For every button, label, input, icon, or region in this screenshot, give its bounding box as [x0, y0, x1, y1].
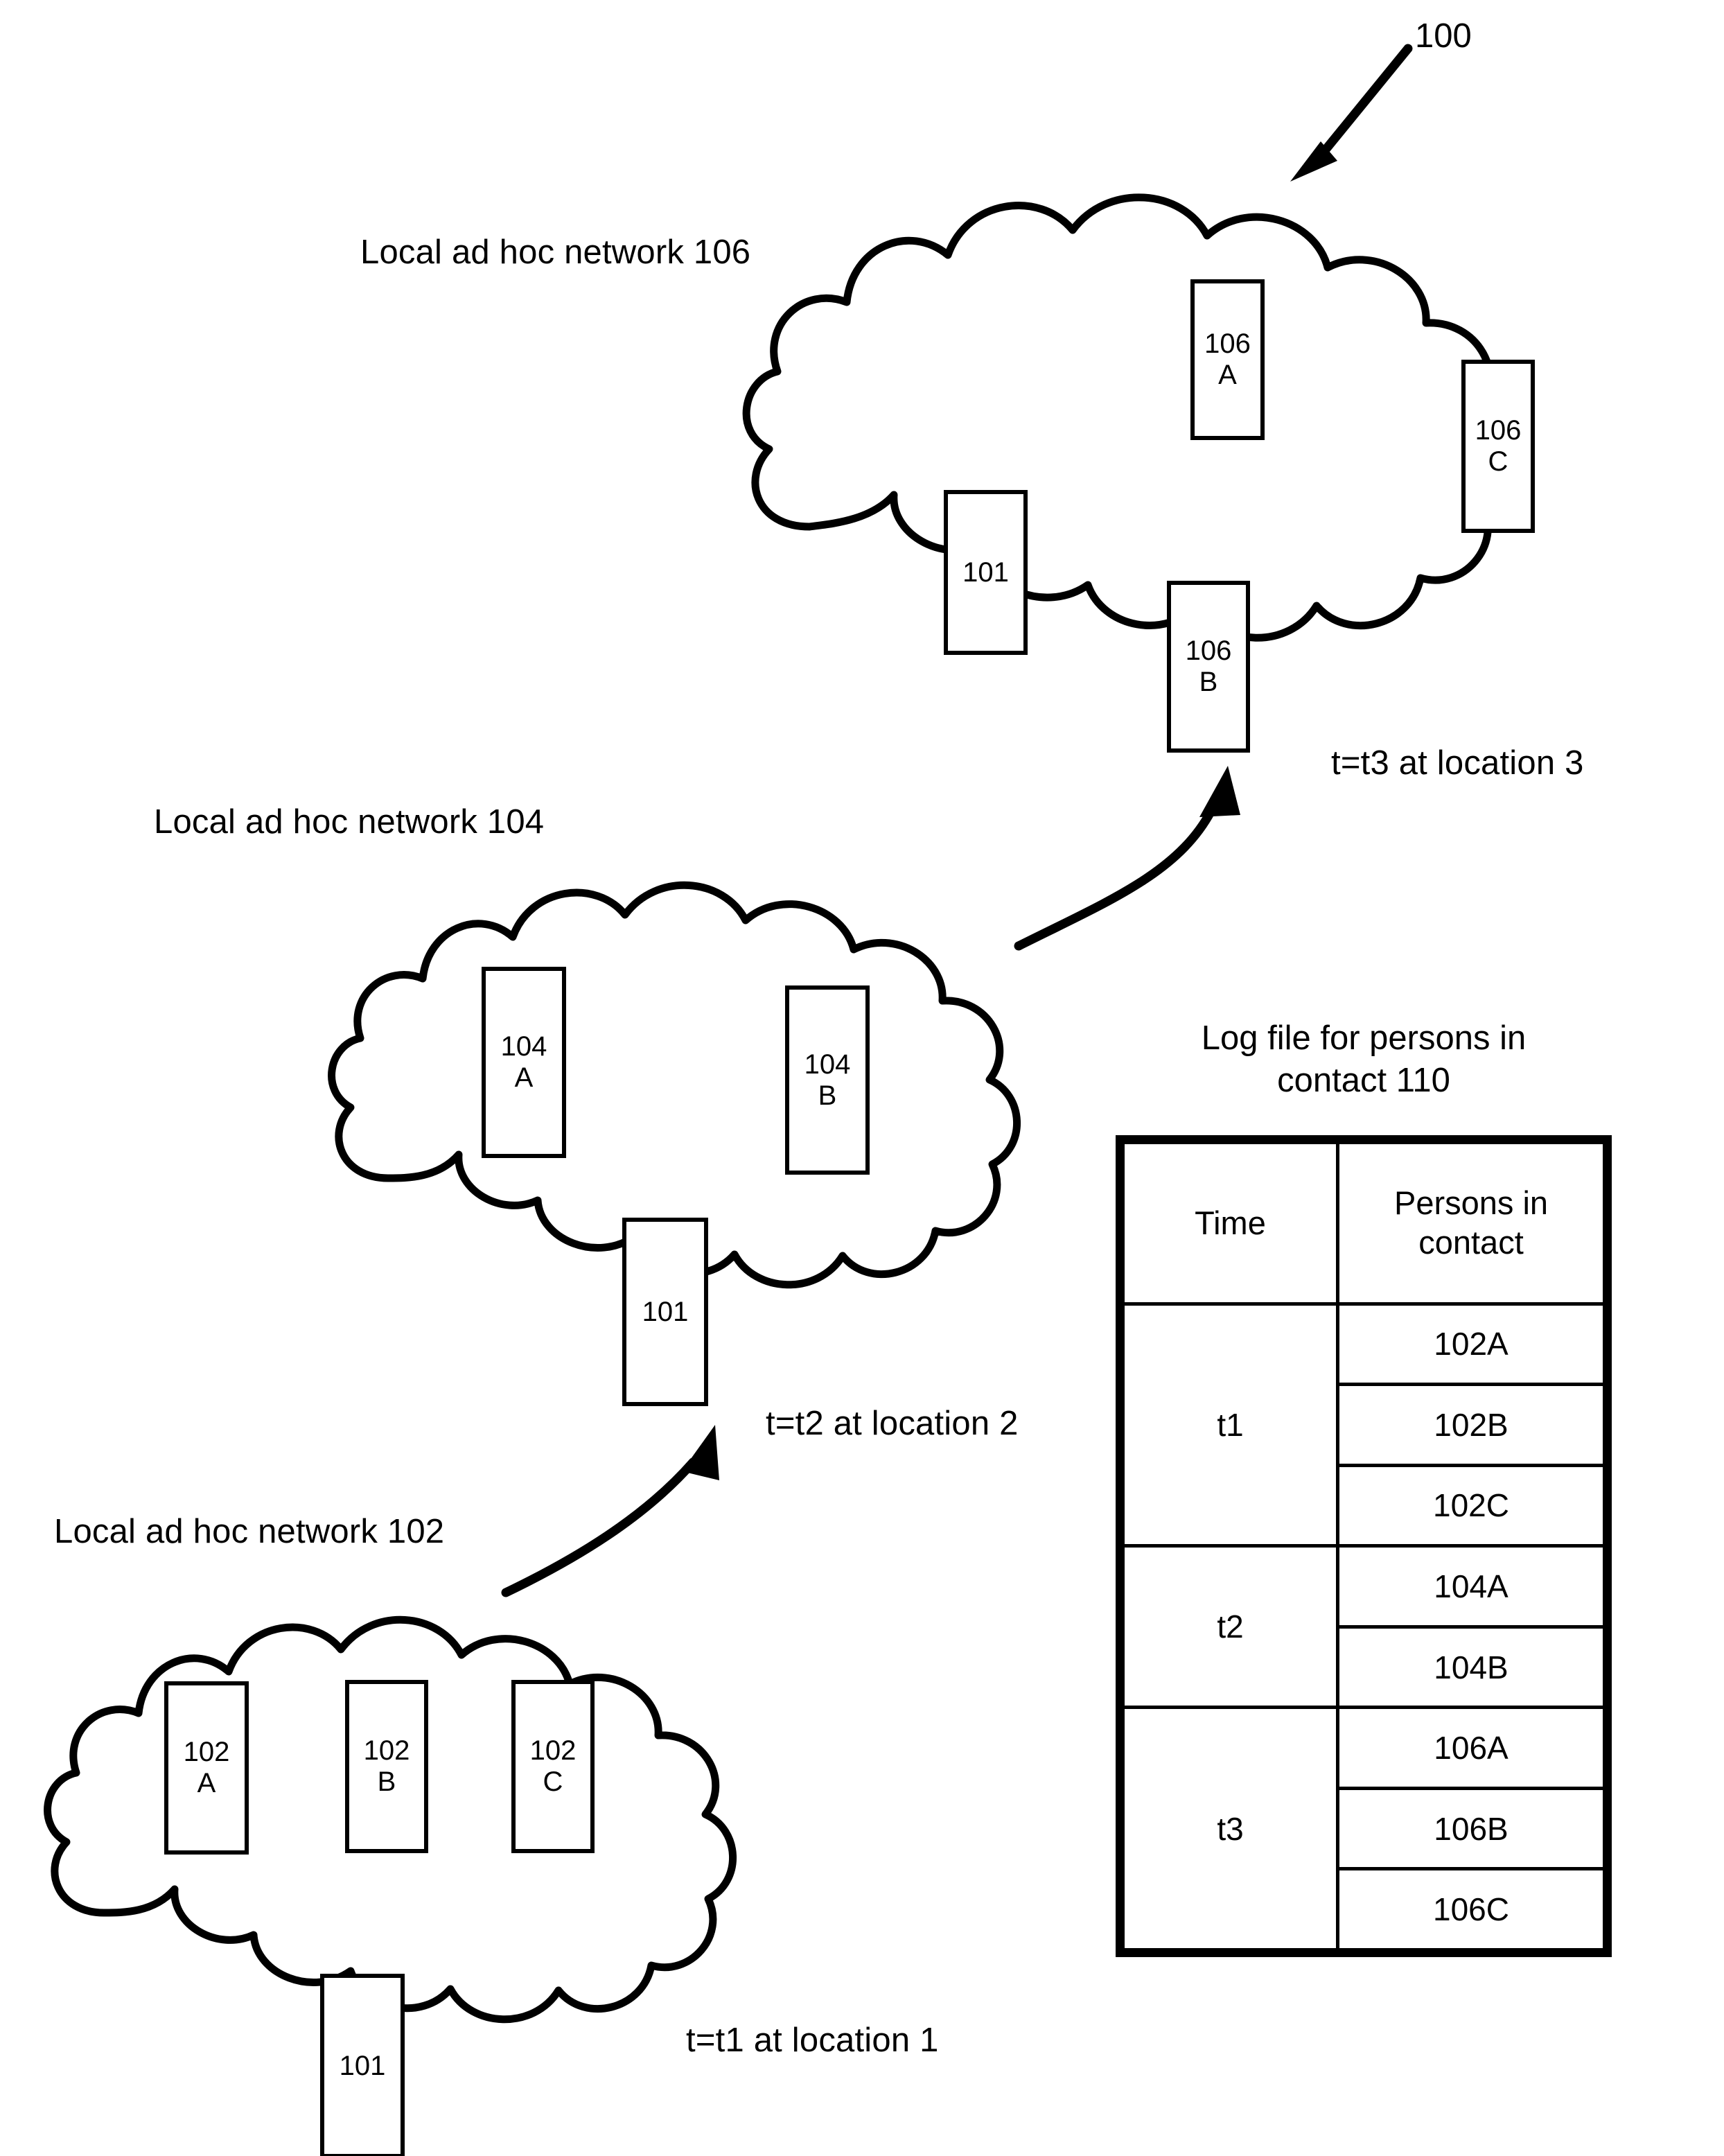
- cell-time-t3: t3: [1121, 1706, 1339, 1952]
- node-box-102a[interactable]: 102 A: [164, 1681, 249, 1855]
- cell-person-106c: 106C: [1336, 1867, 1606, 1952]
- header-persons-line2: contact: [1418, 1223, 1524, 1261]
- node-box-106b-line2: B: [1199, 667, 1218, 697]
- transition-arrow-104-to-106: [1014, 766, 1240, 951]
- header-time: Time: [1121, 1141, 1339, 1306]
- cell-person-104b: 104B: [1336, 1624, 1606, 1710]
- node-box-102c[interactable]: 102 C: [511, 1680, 595, 1853]
- node-box-101-net106[interactable]: 101: [944, 490, 1028, 655]
- network-label-106: Local ad hoc network 106: [360, 234, 751, 271]
- node-box-102b-line1: 102: [363, 1735, 410, 1767]
- cloud-shape-net106: [742, 193, 1513, 642]
- table-row: t2 104A: [1121, 1544, 1606, 1710]
- transition-arrow-102-to-104: [501, 1425, 719, 1597]
- network-label-102: Local ad hoc network 102: [54, 1513, 445, 1550]
- node-box-106c[interactable]: 106 C: [1461, 360, 1535, 533]
- node-box-104b[interactable]: 104 B: [785, 985, 870, 1175]
- table-header-row: Time Persons in contact: [1121, 1141, 1606, 1306]
- node-box-101-net104[interactable]: 101: [622, 1218, 708, 1406]
- node-box-106b-line1: 106: [1185, 636, 1232, 667]
- node-box-106a[interactable]: 106 A: [1190, 279, 1265, 440]
- network-label-104: Local ad hoc network 104: [154, 803, 545, 841]
- network-caption-104: t=t2 at location 2: [766, 1405, 1019, 1442]
- log-table-caption: Log file for persons in contact 110: [1116, 1017, 1612, 1103]
- node-box-104a-line1: 104: [500, 1031, 547, 1062]
- node-box-106b[interactable]: 106 B: [1167, 581, 1250, 753]
- cell-person-106b: 106B: [1336, 1786, 1606, 1871]
- cell-person-102c: 102C: [1336, 1463, 1606, 1548]
- figure-ref-arrow: [1290, 44, 1413, 182]
- cell-time-t2: t2: [1121, 1544, 1339, 1710]
- log-table-caption-line2: contact 110: [1277, 1062, 1450, 1100]
- node-box-101-net104-line1: 101: [642, 1296, 689, 1327]
- log-table: Time Persons in contact t1 102A 102B 102…: [1116, 1135, 1612, 1957]
- header-persons-line1: Persons in: [1393, 1184, 1549, 1222]
- table-row: t1 102A: [1121, 1302, 1606, 1548]
- node-box-102b-line2: B: [377, 1767, 396, 1797]
- cell-person-104a: 104A: [1336, 1544, 1606, 1629]
- node-box-104a[interactable]: 104 A: [482, 967, 566, 1158]
- node-box-102b[interactable]: 102 B: [345, 1680, 428, 1853]
- node-box-102a-line2: A: [197, 1768, 216, 1798]
- cell-person-102b: 102B: [1336, 1383, 1606, 1467]
- log-table-caption-line1: Log file for persons in: [1201, 1019, 1527, 1057]
- figure-ref-number: 100: [1415, 17, 1472, 55]
- network-caption-102: t=t1 at location 1: [686, 2022, 939, 2059]
- network-caption-106: t=t3 at location 3: [1331, 744, 1584, 782]
- cell-person-106a: 106A: [1336, 1706, 1606, 1790]
- header-persons: Persons in contact: [1336, 1141, 1606, 1306]
- cell-time-t1: t1: [1121, 1302, 1339, 1548]
- node-box-101-net102[interactable]: 101: [320, 1974, 405, 2156]
- node-box-102a-line1: 102: [183, 1737, 230, 1768]
- node-box-102c-line2: C: [543, 1767, 563, 1797]
- node-box-106c-line2: C: [1488, 446, 1508, 477]
- node-box-101-net102-line1: 101: [339, 2050, 386, 2081]
- node-box-104b-line1: 104: [804, 1049, 851, 1080]
- node-box-104b-line2: B: [818, 1080, 837, 1111]
- node-box-106a-line2: A: [1218, 360, 1237, 390]
- table-row: t3 106A: [1121, 1706, 1606, 1952]
- node-box-102c-line1: 102: [529, 1735, 577, 1767]
- node-box-106c-line1: 106: [1475, 415, 1522, 446]
- figure-canvas: 100 Local ad hoc network 106 106 A 106 C…: [0, 0, 1724, 2156]
- node-box-104a-line2: A: [514, 1062, 534, 1093]
- node-box-106a-line1: 106: [1204, 328, 1251, 360]
- node-box-101-net106-line1: 101: [962, 556, 1009, 588]
- cell-person-102a: 102A: [1336, 1302, 1606, 1387]
